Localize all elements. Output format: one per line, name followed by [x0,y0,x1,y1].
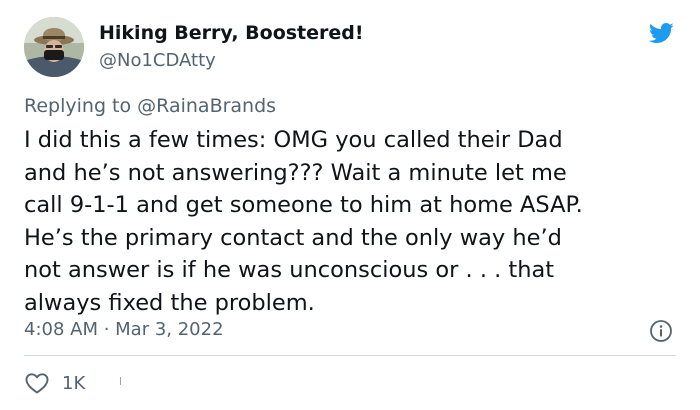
info-icon[interactable] [649,319,673,343]
divider [24,355,676,356]
avatar[interactable] [24,17,84,77]
like-count: 1K [62,372,86,394]
action-separator [120,377,121,385]
display-name[interactable]: Hiking Berry, Boostered! [99,22,364,44]
tweet-body-line: and he’s not answering??? Wait a minute … [24,159,567,186]
tweet-timestamp[interactable]: 4:08 AM · Mar 3, 2022 [24,319,224,340]
tweet-card: Hiking Berry, Boostered! @No1CDAtty Repl… [0,0,700,410]
tweet-body-line: I did this a few times: OMG you called t… [24,127,563,153]
user-handle[interactable]: @No1CDAtty [99,50,216,71]
tweet-body-line: always fixed the problem. [24,289,315,316]
twitter-bird-icon[interactable] [646,20,676,46]
avatar-image [24,17,84,77]
tweet-body-line: not answer is if he was unconscious or .… [24,257,555,283]
tweet-body-line: call 9-1-1 and get someone to him at hom… [24,192,583,218]
replying-label: Replying to [24,95,132,117]
tweet-body: I did this a few times: OMG you called t… [24,124,679,319]
replying-to: Replying to @RainaBrands [24,95,276,117]
heart-icon [25,373,49,394]
replying-handle-link[interactable]: @RainaBrands [137,95,276,117]
tweet-body-line: He’s the primary contact and the only wa… [24,224,562,251]
like-button[interactable]: 1K [24,370,85,396]
